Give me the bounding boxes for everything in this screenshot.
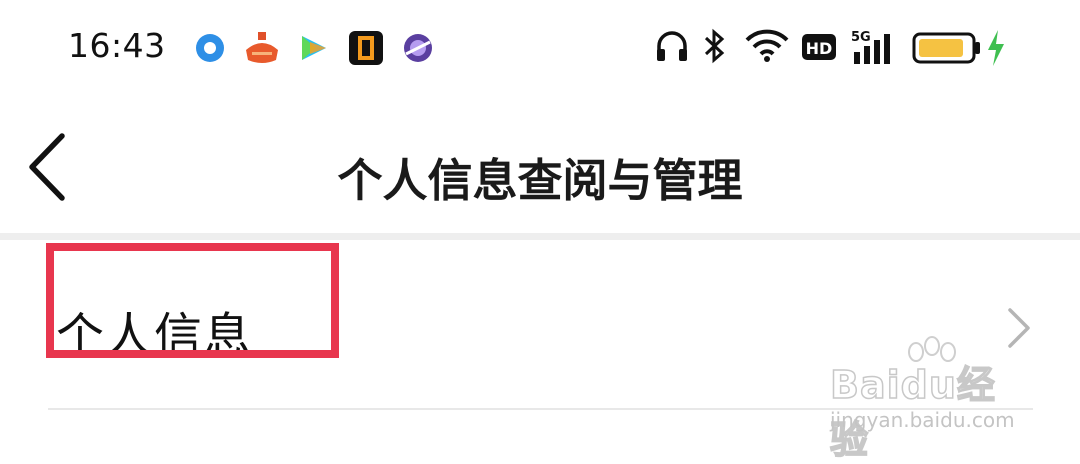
- video-play-app-icon: [302, 36, 326, 60]
- watermark-url: jingyan.baidu.com: [830, 408, 1015, 432]
- bluetooth-icon: [704, 28, 725, 64]
- signal-5g-icon: 5G: [851, 30, 890, 64]
- hd-badge-icon: HD: [802, 34, 836, 60]
- orange-pot-app-icon: [246, 32, 278, 63]
- chevron-right-icon: [1008, 308, 1030, 348]
- battery-icon: [912, 32, 980, 64]
- list-divider: [48, 408, 1033, 410]
- status-time: 16:43: [68, 26, 166, 65]
- black-square-app-icon: [349, 31, 383, 65]
- header-divider: [0, 233, 1080, 240]
- list-item-label: 个人信息: [56, 308, 253, 364]
- headphones-icon: [657, 31, 687, 61]
- nav-bar: 个人信息查阅与管理: [0, 100, 1080, 235]
- charging-bolt-icon: [988, 30, 1004, 66]
- list-item-personal-info[interactable]: 个人信息: [0, 240, 1080, 410]
- purple-planet-app-icon: [404, 34, 432, 62]
- blue-circle-app-icon: [196, 34, 224, 62]
- svg-text:HD: HD: [806, 39, 833, 58]
- page-title: 个人信息查阅与管理: [337, 154, 743, 207]
- status-bar: 16:43 HD 5G: [0, 0, 1080, 96]
- wifi-icon: [745, 29, 789, 62]
- svg-text:5G: 5G: [851, 30, 871, 45]
